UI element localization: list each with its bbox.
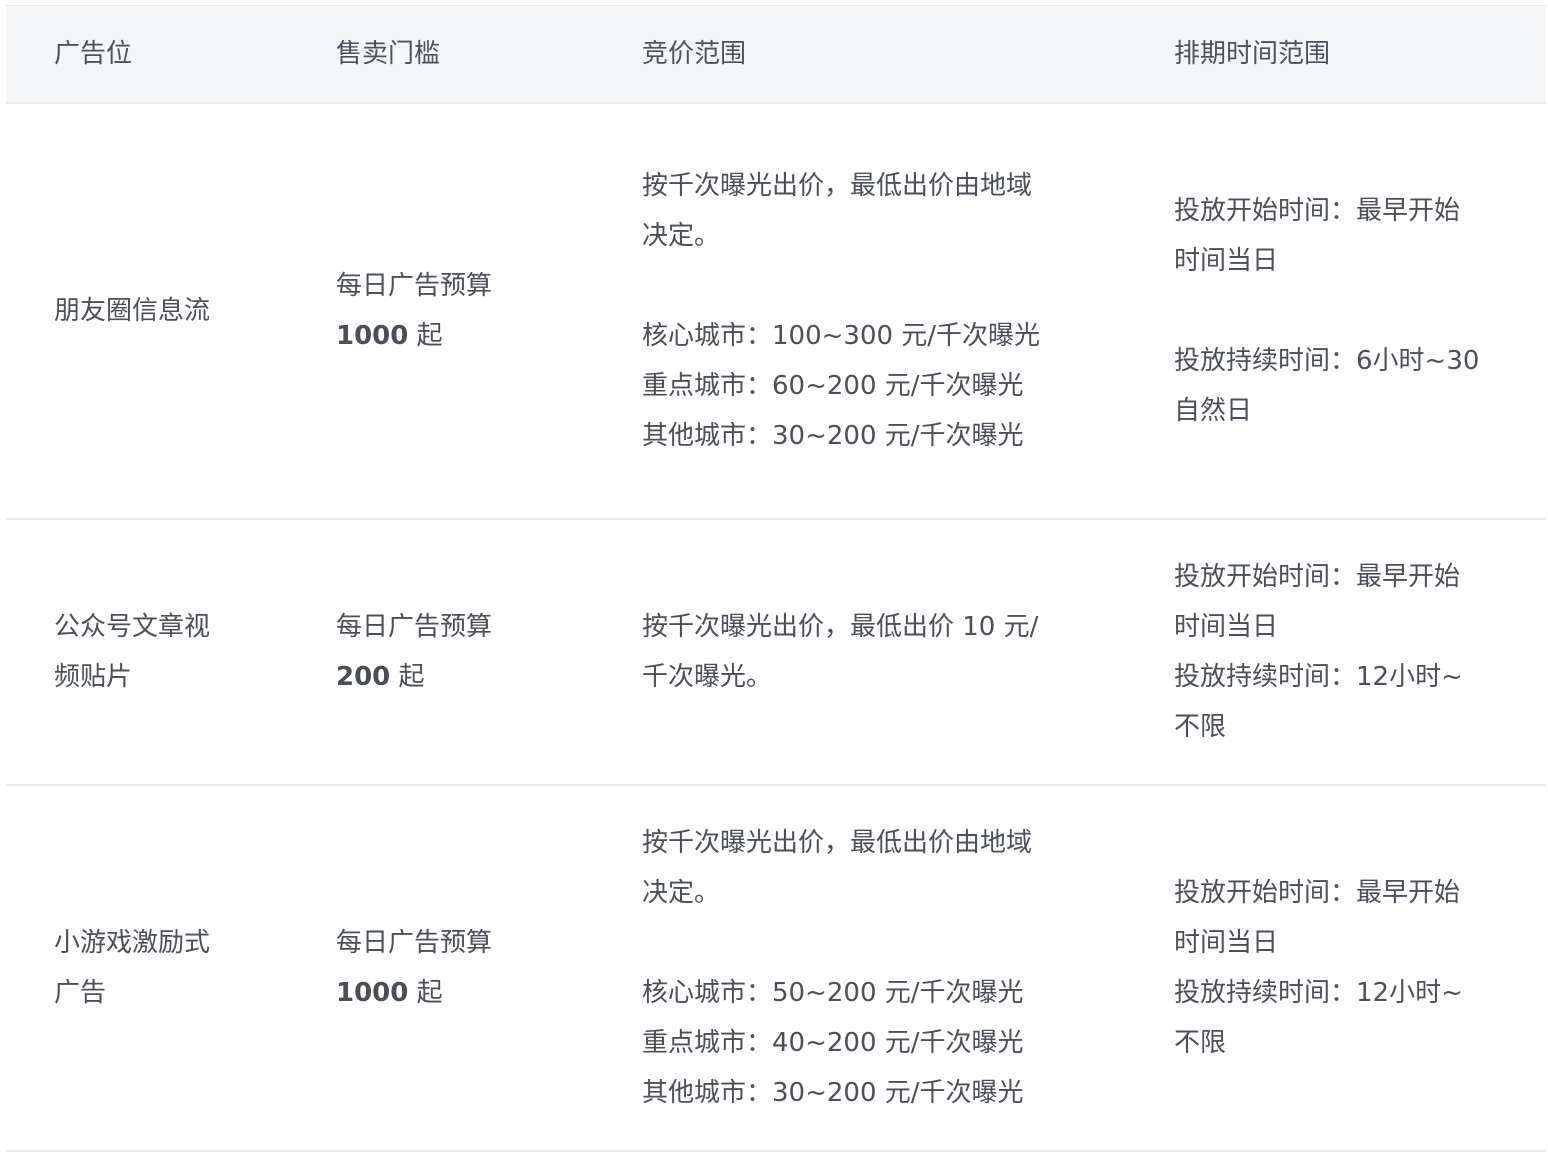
header-position: 广告位: [54, 39, 133, 69]
threshold-value: 1000 起: [336, 968, 594, 1018]
threshold-label: 每日广告预算: [336, 271, 493, 301]
header-threshold: 售卖门槛: [336, 39, 441, 69]
schedule-cell: 投放开始时间：最早开始 时间当日 投放持续时间：6小时~30 自然日: [1126, 186, 1546, 436]
table-row: 朋友圈信息流 每日广告预算 1000 起 按千次曝光出价，最低出价由地域 决定。…: [6, 104, 1546, 520]
ad-position-text: 公众号文章视: [54, 612, 211, 642]
table-row: 公众号文章视 频贴片 每日广告预算 200 起 按千次曝光出价，最低出价 10 …: [6, 520, 1546, 786]
threshold-value: 200 起: [336, 652, 594, 702]
bid-city-line: 重点城市：40~200 元/千次曝光: [642, 1028, 1024, 1058]
bid-intro-line: 按千次曝光出价，最低出价 10 元/: [642, 612, 1039, 642]
bid-city-line: 其他城市：30~200 元/千次曝光: [642, 1078, 1024, 1108]
threshold-amount: 200: [336, 662, 391, 692]
threshold-suffix: 起: [408, 321, 443, 351]
table-row: 小游戏激励式 广告 每日广告预算 1000 起 按千次曝光出价，最低出价由地域 …: [6, 786, 1546, 1152]
ad-position-text: 广告: [54, 978, 107, 1008]
bid-intro-line: 千次曝光。: [642, 662, 773, 692]
bid-range-cell: 按千次曝光出价，最低出价 10 元/ 千次曝光。: [594, 602, 1126, 702]
threshold-label: 每日广告预算: [336, 612, 493, 642]
schedule-start-line: 时间当日: [1174, 928, 1279, 958]
threshold-amount: 1000: [336, 978, 409, 1008]
threshold-cell: 每日广告预算 200 起: [288, 602, 594, 702]
bid-intro-line: 决定。: [642, 221, 721, 251]
schedule-duration-line: 不限: [1174, 712, 1227, 742]
schedule-start-line: 时间当日: [1174, 246, 1279, 276]
schedule-start-line: 投放开始时间：最早开始: [1174, 562, 1461, 592]
schedule-duration-line: 投放持续时间：12小时~: [1174, 662, 1463, 692]
schedule-cell: 投放开始时间：最早开始 时间当日 投放持续时间：12小时~ 不限: [1126, 552, 1546, 752]
bid-range-cell: 按千次曝光出价，最低出价由地域 决定。 核心城市：50~200 元/千次曝光 重…: [594, 818, 1126, 1118]
schedule-duration-line: 自然日: [1174, 396, 1253, 426]
ad-position-text: 小游戏激励式: [54, 928, 211, 958]
ad-position-cell: 公众号文章视 频贴片: [6, 602, 288, 702]
bid-city-line: 核心城市：100~300 元/千次曝光: [642, 321, 1041, 351]
threshold-cell: 每日广告预算 1000 起: [288, 261, 594, 361]
schedule-start-line: 投放开始时间：最早开始: [1174, 196, 1461, 226]
threshold-suffix: 起: [390, 662, 425, 692]
schedule-cell: 投放开始时间：最早开始 时间当日 投放持续时间：12小时~ 不限: [1126, 868, 1546, 1068]
schedule-duration-line: 不限: [1174, 1028, 1227, 1058]
bid-city-line: 其他城市：30~200 元/千次曝光: [642, 421, 1024, 451]
threshold-suffix: 起: [408, 978, 443, 1008]
schedule-start-line: 时间当日: [1174, 612, 1279, 642]
threshold-amount: 1000: [336, 321, 409, 351]
ad-position-cell: 朋友圈信息流: [6, 286, 288, 336]
ad-position-cell: 小游戏激励式 广告: [6, 918, 288, 1018]
bid-range-cell: 按千次曝光出价，最低出价由地域 决定。 核心城市：100~300 元/千次曝光 …: [594, 161, 1126, 461]
threshold-cell: 每日广告预算 1000 起: [288, 918, 594, 1018]
table-header-row: 广告位 售卖门槛 竞价范围 排期时间范围: [6, 6, 1546, 104]
header-schedule: 排期时间范围: [1174, 39, 1331, 69]
ad-position-text: 朋友圈信息流: [54, 296, 211, 326]
schedule-duration-line: 投放持续时间：6小时~30: [1174, 346, 1480, 376]
bid-city-line: 核心城市：50~200 元/千次曝光: [642, 978, 1024, 1008]
bid-intro-line: 决定。: [642, 878, 721, 908]
bid-city-line: 重点城市：60~200 元/千次曝光: [642, 371, 1024, 401]
bid-intro-line: 按千次曝光出价，最低出价由地域: [642, 171, 1033, 201]
header-bid-range: 竞价范围: [642, 39, 747, 69]
schedule-duration-line: 投放持续时间：12小时~: [1174, 978, 1463, 1008]
threshold-value: 1000 起: [336, 311, 594, 361]
ad-pricing-table: 广告位 售卖门槛 竞价范围 排期时间范围 朋友圈信息流 每日广告预算 1000 …: [6, 5, 1546, 1152]
schedule-start-line: 投放开始时间：最早开始: [1174, 878, 1461, 908]
ad-position-text: 频贴片: [54, 662, 133, 692]
bid-intro-line: 按千次曝光出价，最低出价由地域: [642, 828, 1033, 858]
threshold-label: 每日广告预算: [336, 928, 493, 958]
